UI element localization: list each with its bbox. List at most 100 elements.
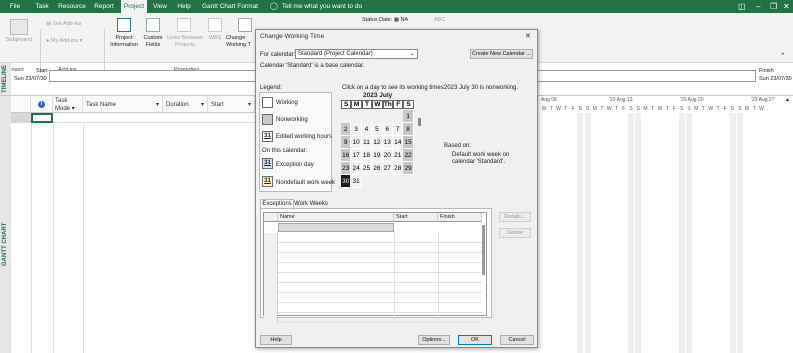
tab-project[interactable]: Project (121, 0, 147, 13)
weekday-header[interactable]: F (393, 100, 404, 109)
calendar-day[interactable]: 15 (403, 136, 414, 149)
calendar-day[interactable]: 26 (372, 162, 383, 175)
calendar-day[interactable]: 20 (382, 149, 393, 162)
maximize-icon[interactable]: ❐ (770, 0, 777, 13)
calendar-day[interactable]: 17 (351, 149, 362, 162)
calendar-day[interactable]: 5 (372, 123, 383, 136)
details-button[interactable]: Details... (499, 212, 531, 222)
calendar-scrollbar[interactable] (418, 118, 421, 126)
ex-selected-cell[interactable] (278, 223, 394, 232)
tab-help[interactable]: Help (174, 0, 194, 13)
exception-row-header[interactable] (264, 283, 278, 293)
calendar-day[interactable]: 30 (341, 175, 352, 188)
tab-view[interactable]: View (151, 0, 169, 13)
get-addins-button[interactable]: ▤ Get Add-ins (46, 21, 81, 28)
help-button[interactable]: Help (260, 335, 292, 345)
calendar-day[interactable]: 10 (351, 136, 362, 149)
status-date-button[interactable]: Status Date: ▦ NA (362, 17, 408, 24)
exception-row-header[interactable] (264, 293, 278, 303)
calendar-day[interactable]: 21 (393, 149, 404, 162)
weekday-header[interactable]: T (361, 100, 373, 109)
calendar-day[interactable]: 18 (361, 149, 373, 162)
calendar-day[interactable]: 3 (351, 123, 362, 136)
row-header-1[interactable] (11, 113, 31, 123)
exception-row[interactable] (264, 253, 482, 263)
ex-col-start[interactable]: Start (394, 213, 438, 222)
calendar-day[interactable]: 29 (403, 162, 414, 175)
calendar-day[interactable]: 9 (341, 136, 352, 149)
exception-row[interactable] (264, 243, 482, 253)
calendar-day[interactable]: 14 (393, 136, 404, 149)
exception-row-header[interactable] (264, 233, 278, 243)
gantt-chart-area[interactable] (537, 96, 793, 353)
wbs-button[interactable]: WBS (206, 35, 224, 42)
exception-row[interactable] (264, 233, 482, 243)
weekday-header[interactable]: M (351, 100, 362, 109)
exception-row[interactable] (264, 293, 482, 303)
cancel-button[interactable]: Cancel (500, 335, 534, 345)
task-name-column-header[interactable]: Task Name ▾ (83, 96, 163, 113)
calendar-day[interactable]: 13 (382, 136, 393, 149)
exception-row[interactable] (264, 283, 482, 293)
duration-column-header[interactable]: Duration ▾ (163, 96, 208, 113)
calendar-day[interactable]: 2 (341, 123, 352, 136)
calendar-day[interactable]: 19 (372, 149, 383, 162)
custom-fields-button[interactable]: Custom Fields (140, 35, 166, 49)
ex-col-name[interactable]: Name (278, 213, 394, 222)
spelling-icon[interactable]: ABC (434, 17, 445, 24)
calendar-day[interactable]: 28 (393, 162, 404, 175)
tab-file[interactable]: File (4, 0, 26, 13)
exception-row-header[interactable] (264, 303, 278, 313)
calendar-day[interactable]: 4 (361, 123, 373, 136)
dialog-close-icon[interactable]: ✕ (525, 32, 531, 40)
selected-cell[interactable] (31, 113, 53, 123)
scroll-up-icon[interactable]: ▴ (786, 96, 793, 105)
calendar-day[interactable]: 1 (403, 110, 414, 123)
subproject-button[interactable]: Subproject (0, 37, 38, 44)
calendar-day[interactable]: 12 (372, 136, 383, 149)
project-information-button[interactable]: Project Information (106, 35, 142, 49)
tab-report[interactable]: Report (92, 0, 116, 13)
exception-row[interactable] (264, 313, 482, 323)
exception-row-header[interactable] (264, 313, 278, 323)
calendar-day[interactable]: 11 (361, 136, 373, 149)
start-column-header[interactable]: Start ▾ (208, 96, 255, 113)
tell-me-search[interactable]: ◯ Tell me what you want to do (270, 0, 362, 13)
minimize-icon[interactable]: – (756, 0, 760, 13)
calendar-day[interactable]: 8 (403, 123, 414, 136)
calendar-day[interactable]: 25 (361, 162, 373, 175)
row-header-corner[interactable] (11, 96, 31, 113)
calendar-day[interactable]: 7 (393, 123, 404, 136)
calendar-day[interactable]: 31 (351, 175, 362, 188)
weekday-header[interactable]: Th (382, 100, 393, 109)
calendar-day[interactable]: 6 (382, 123, 393, 136)
exception-row-header[interactable] (264, 253, 278, 263)
ex-col-finish[interactable]: Finish (438, 213, 482, 222)
exceptions-scrollbar[interactable] (482, 225, 485, 275)
restore-ribbon-icon[interactable]: ◫ (738, 0, 746, 13)
collapse-ribbon-icon[interactable]: ⌃ (780, 53, 786, 60)
exception-row[interactable] (264, 273, 482, 283)
weekday-header[interactable]: S (341, 100, 352, 109)
my-addins-button[interactable]: ● My Add-ins ▾ (46, 38, 82, 45)
links-between-projects-button[interactable]: Links Between Projects (166, 35, 204, 49)
exception-row-header[interactable] (264, 273, 278, 283)
close-icon[interactable]: ✕ (783, 0, 790, 13)
exception-row-header[interactable] (264, 243, 278, 253)
calendar-day[interactable]: 24 (351, 162, 362, 175)
task-mode-column-header[interactable]: Task Mode ▾ (53, 96, 83, 113)
tab-resource[interactable]: Resource (57, 0, 87, 13)
options-button[interactable]: Options... (418, 335, 450, 345)
exception-row-header[interactable] (264, 263, 278, 273)
calendar-select[interactable]: Standard (Project Calendar) ⌄ (295, 49, 418, 59)
ok-button[interactable]: OK (458, 335, 492, 345)
tab-gantt-chart-format[interactable]: Gantt Chart Format (200, 0, 260, 13)
calendar-day[interactable]: 27 (382, 162, 393, 175)
create-new-calendar-button[interactable]: Create New Calendar ... (470, 49, 533, 59)
tab-task[interactable]: Task (32, 0, 52, 13)
calendar-day[interactable]: 16 (341, 149, 352, 162)
calendar-day[interactable]: 22 (403, 149, 414, 162)
delete-button[interactable]: Delete (499, 228, 531, 238)
info-column-header[interactable]: i (31, 96, 53, 113)
exception-row[interactable] (264, 263, 482, 273)
